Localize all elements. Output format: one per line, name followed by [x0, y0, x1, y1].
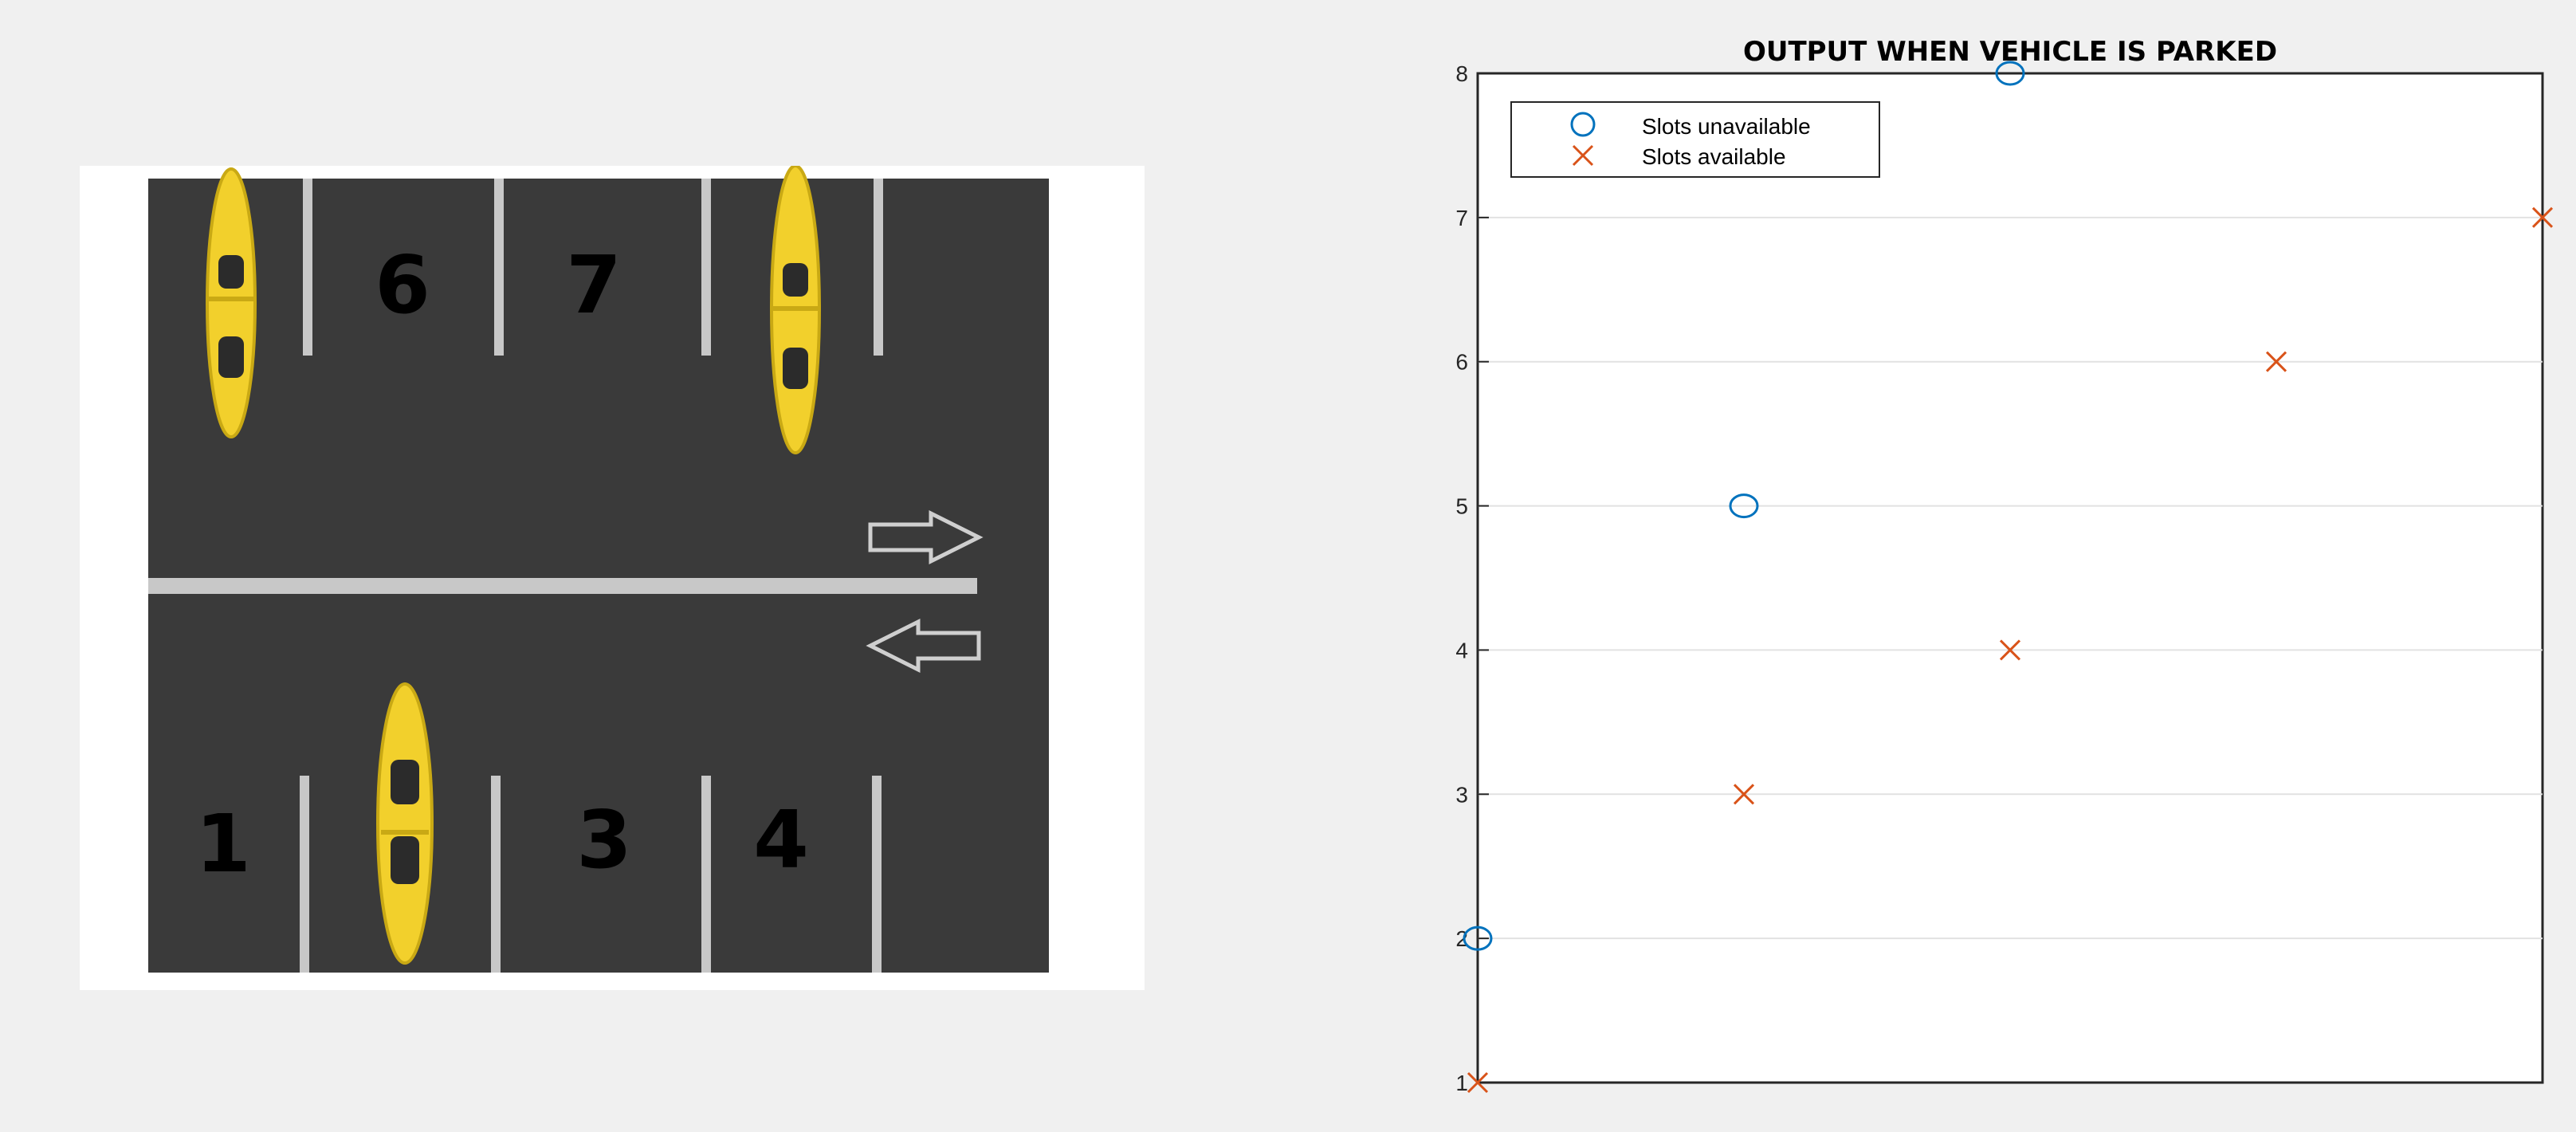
stall-line [303, 179, 312, 356]
y-tick-label: 5 [1455, 494, 1468, 519]
slot-number-4: 4 [753, 793, 809, 886]
parked-car [770, 166, 821, 454]
stall-line [494, 179, 504, 356]
y-tick-label: 3 [1455, 782, 1468, 807]
slot-number-7: 7 [566, 238, 622, 332]
y-tick-label: 8 [1455, 61, 1468, 86]
stall-line [491, 776, 501, 973]
slot-number-6: 6 [375, 238, 430, 332]
parked-car [206, 167, 257, 438]
stall-line [300, 776, 309, 973]
y-tick-label: 6 [1455, 350, 1468, 375]
legend-label-available: Slots available [1642, 144, 1786, 169]
y-tick-label: 2 [1455, 926, 1468, 951]
lane-divider [148, 578, 977, 594]
parked-car [376, 682, 434, 965]
stall-line [872, 776, 882, 973]
slot-number-1: 1 [195, 797, 251, 890]
chart-title: OUTPUT WHEN VEHICLE IS PARKED [1743, 36, 2277, 68]
stall-line [701, 179, 711, 356]
stall-line [701, 776, 711, 973]
legend: Slots unavailable Slots available [1510, 101, 1880, 178]
scatter-chart: 1 2 3 4 5 6 7 8 OUTPUT WHEN VEHICLE IS PARKED S… [1455, 36, 2554, 1095]
legend-label-unavailable: Slots unavailable [1642, 114, 1811, 139]
stall-line [874, 179, 883, 356]
slot-number-3: 3 [576, 793, 632, 886]
y-tick-label: 7 [1455, 206, 1468, 230]
parking-lot-panel: 6 7 1 3 4 [80, 166, 1145, 990]
y-tick-label: 1 [1455, 1071, 1468, 1095]
parking-lot-diagram: 6 7 1 3 4 [148, 166, 1049, 973]
y-tick-label: 4 [1455, 638, 1468, 662]
plot-area [1476, 72, 2544, 1084]
